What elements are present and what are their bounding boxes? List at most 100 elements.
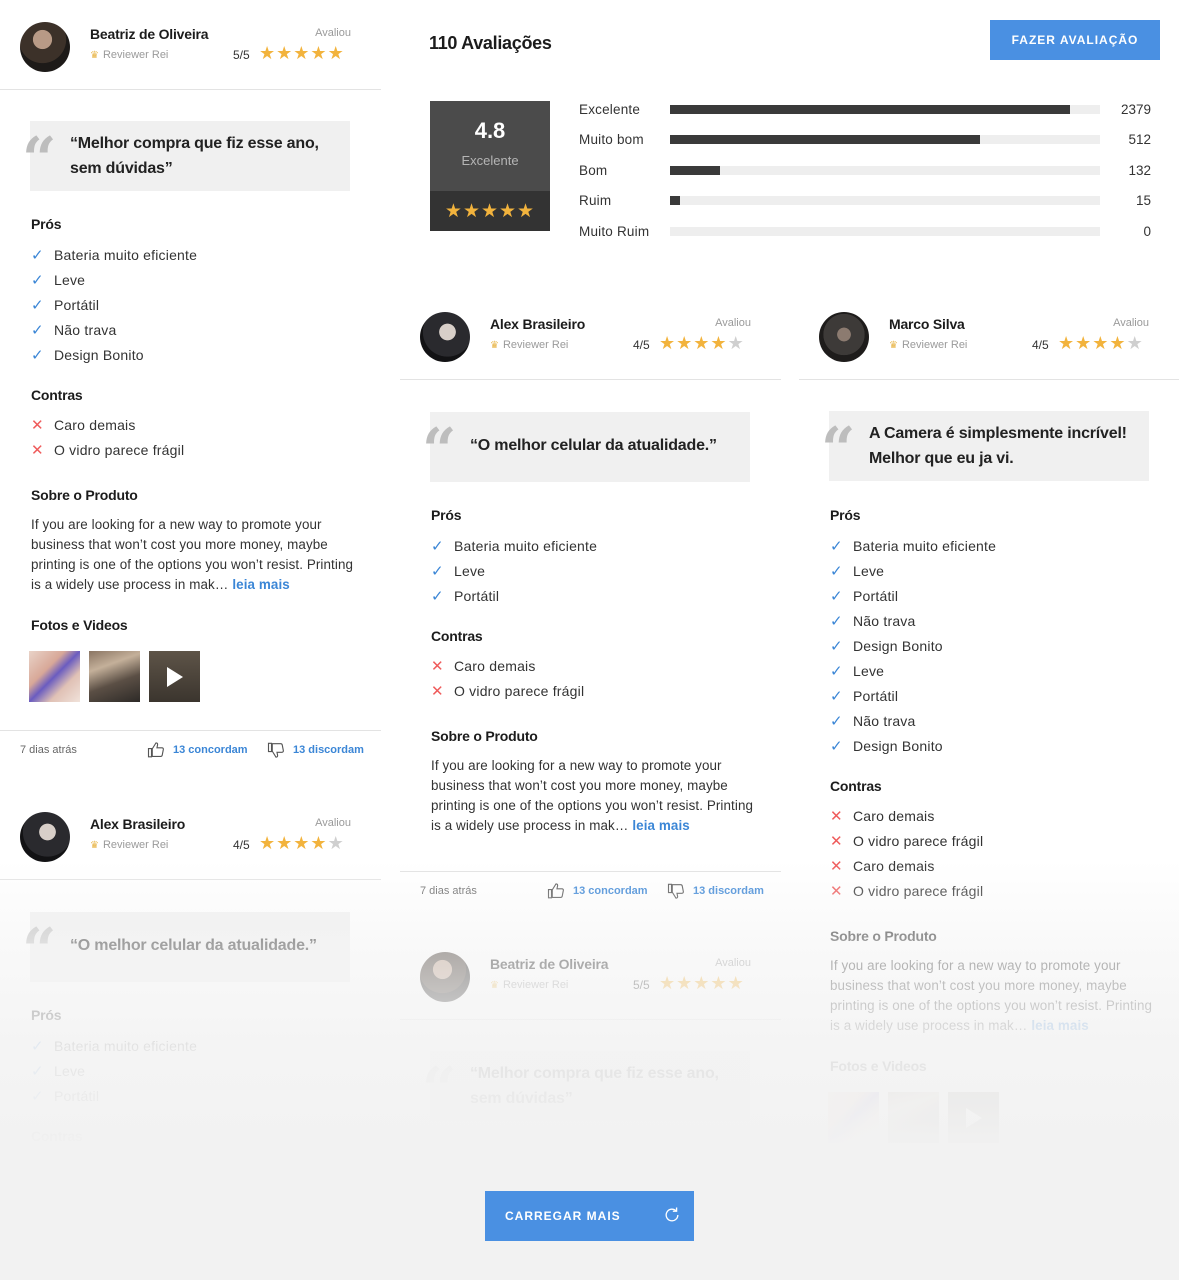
about-body: If you are looking for a new way to prom… xyxy=(830,958,1153,1033)
review-card-beatriz-middle: Beatriz de Oliveira ♛ Reviewer Rei Avalio… xyxy=(400,930,781,1210)
quote-icon: “ xyxy=(821,415,856,485)
review-card-alex: Alex Brasileiro ♛ Reviewer Rei Avaliou 4/… xyxy=(400,290,781,930)
star-icon: ★ xyxy=(676,333,694,353)
photo-thumbnail[interactable] xyxy=(828,1092,879,1143)
check-icon: ✓ xyxy=(830,662,843,680)
check-icon: ✓ xyxy=(31,246,44,264)
star-icon: ★ xyxy=(727,973,745,993)
overall-rating: 4.8 Excelente ★★★★★ xyxy=(430,101,550,231)
star-icon: ★ xyxy=(327,833,345,853)
pros-title: Prós xyxy=(431,1146,462,1162)
quote-icon: “ xyxy=(422,416,457,486)
distribution-bar xyxy=(670,165,1100,175)
con-item: ✕ Caro demais xyxy=(31,412,184,437)
avatar[interactable] xyxy=(20,812,70,862)
check-icon: ✓ xyxy=(31,1037,44,1055)
pro-item: ✓ Não trava xyxy=(830,608,996,633)
avatar[interactable] xyxy=(420,312,470,362)
pro-text: Portátil xyxy=(454,587,500,604)
distribution-count: 2379 xyxy=(1120,101,1151,117)
review-header: Beatriz de Oliveira ♛ Reviewer Rei Avalio… xyxy=(0,0,381,90)
check-icon: ✓ xyxy=(31,346,44,364)
distribution-fill xyxy=(670,104,1070,114)
write-review-button[interactable]: FAZER AVALIAÇÃO xyxy=(990,20,1160,60)
check-icon: ✓ xyxy=(830,637,843,655)
score: 4/5 xyxy=(633,338,650,352)
disagree-button[interactable]: 13 discordam xyxy=(667,882,764,900)
pro-text: Portátil xyxy=(853,587,899,604)
video-thumbnail[interactable] xyxy=(149,651,200,702)
check-icon: ✓ xyxy=(830,537,843,555)
about-body: If you are looking for a new way to prom… xyxy=(31,517,354,592)
check-icon: ✓ xyxy=(31,296,44,314)
rank-label: Reviewer Rei xyxy=(502,339,569,351)
reviewer-name[interactable]: Beatriz de Oliveira xyxy=(490,956,609,972)
con-text: O vidro parece frágil xyxy=(853,882,984,899)
review-card-alex-left: Alex Brasileiro ♛ Reviewer Rei Avaliou 4/… xyxy=(0,790,381,1210)
load-more-button[interactable]: CARREGAR MAIS xyxy=(485,1191,694,1241)
reviewer-name[interactable]: Marco Silva xyxy=(889,316,965,332)
pro-text: Design Bonito xyxy=(853,637,943,654)
photo-thumbnail[interactable] xyxy=(89,651,140,702)
reviewer-name[interactable]: Alex Brasileiro xyxy=(490,316,585,332)
pro-item: ✓ Design Bonito xyxy=(830,633,996,658)
reviewer-rank: ♛ Reviewer Rei xyxy=(490,339,568,351)
pro-text: Bateria muito eficiente xyxy=(853,537,997,554)
distribution-label: Excelente xyxy=(579,101,641,117)
disagree-button[interactable]: 13 discordam xyxy=(267,741,364,759)
about-text: If you are looking for a new way to prom… xyxy=(431,756,761,836)
star-icon: ★ xyxy=(293,43,311,63)
avatar[interactable] xyxy=(420,952,470,1002)
review-footer: 7 dias atrás 13 concordam 13 discordam xyxy=(0,730,381,772)
photo-thumbnail[interactable] xyxy=(888,1092,939,1143)
con-text: O vidro parece frágil xyxy=(54,441,185,458)
quote-icon: “ xyxy=(22,125,57,195)
pros-title: Prós xyxy=(31,1007,62,1023)
pro-text: Bateria muito eficiente xyxy=(54,246,198,263)
quote-icon: “ xyxy=(422,1055,457,1125)
disagree-count: 13 discordam xyxy=(293,744,364,756)
score: 5/5 xyxy=(233,48,250,62)
pro-text: Portátil xyxy=(54,296,100,313)
con-item: ✕ Caro demais xyxy=(431,653,584,678)
photo-thumbnail[interactable] xyxy=(29,651,80,702)
con-text: O vidro parece frágil xyxy=(853,832,984,849)
avaliou-label: Avaliou xyxy=(715,317,751,329)
star-icon: ★ xyxy=(1058,333,1076,353)
avatar[interactable] xyxy=(819,312,869,362)
agree-button[interactable]: 13 concordam xyxy=(547,882,648,900)
check-icon: ✓ xyxy=(830,737,843,755)
pros-title: Prós xyxy=(31,216,62,232)
rating-value: 4.8 xyxy=(474,118,506,143)
pro-item: ✓ Bateria muito eficiente xyxy=(31,1033,197,1058)
media-title: Fotos e Videos xyxy=(830,1058,927,1074)
close-icon: ✕ xyxy=(830,832,843,850)
star-icon: ★ xyxy=(259,43,277,63)
reviewer-name[interactable]: Beatriz de Oliveira xyxy=(90,26,209,42)
avatar[interactable] xyxy=(20,22,70,72)
read-more-link[interactable]: leia mais xyxy=(632,818,689,833)
reviewer-rank: ♛ Reviewer Rei xyxy=(889,339,967,351)
reviewer-name[interactable]: Alex Brasileiro xyxy=(90,816,185,832)
check-icon: ✓ xyxy=(31,1087,44,1105)
pro-item: ✓ Bateria muito eficiente xyxy=(431,533,597,558)
pro-text: Leve xyxy=(54,271,86,288)
pro-text: Portátil xyxy=(853,687,899,704)
con-item: ✕ Caro demais xyxy=(830,803,983,828)
distribution-bar xyxy=(670,196,1100,206)
read-more-link[interactable]: leia mais xyxy=(1031,1018,1088,1033)
video-thumbnail[interactable] xyxy=(948,1092,999,1143)
rank-label: Reviewer Rei xyxy=(901,339,968,351)
star-icon: ★ xyxy=(293,833,311,853)
close-icon: ✕ xyxy=(431,682,444,700)
rank-label: Reviewer Rei xyxy=(102,839,169,851)
review-quote: “ “O melhor celular da atualidade.” xyxy=(422,412,750,482)
thumbs-down-icon xyxy=(267,742,284,758)
cons-title: Contras xyxy=(31,1128,83,1144)
star-rating: ★★★★★ xyxy=(259,44,345,62)
star-icon: ★ xyxy=(310,43,328,63)
crown-icon: ♛ xyxy=(490,980,499,991)
agree-button[interactable]: 13 concordam xyxy=(147,741,248,759)
pro-text: Não trava xyxy=(853,712,916,729)
read-more-link[interactable]: leia mais xyxy=(232,577,289,592)
